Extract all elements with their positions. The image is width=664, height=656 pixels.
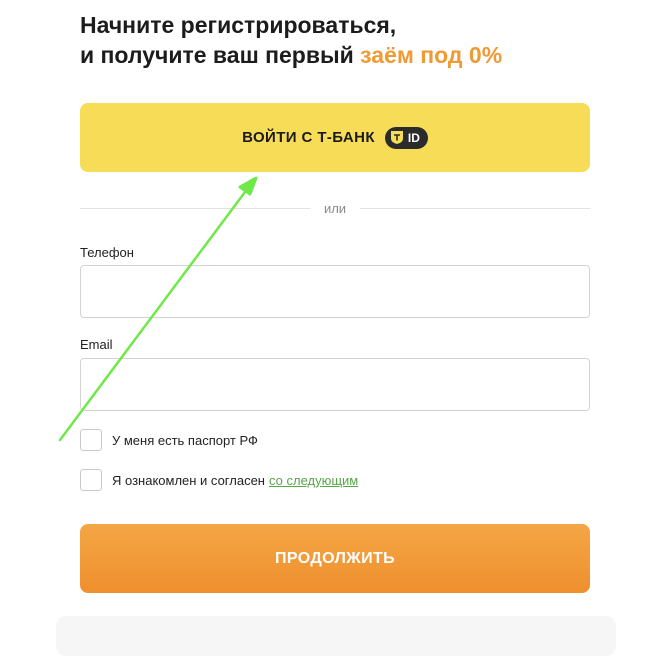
heading-accent: заём под 0% [360, 42, 503, 68]
passport-checkbox-row: У меня есть паспорт РФ [80, 429, 258, 451]
page-heading: Начните регистрироваться, и получите ваш… [80, 10, 502, 70]
consent-checkbox-label: Я ознакомлен и согласен [112, 472, 265, 488]
consent-checkbox-row: Я ознакомлен и согласен со следующим [80, 469, 358, 491]
tbank-login-label: ВОЙТИ С Т-БАНК [242, 129, 375, 146]
phone-input[interactable] [80, 265, 590, 318]
tbank-id-text: ID [407, 130, 420, 145]
consent-terms-link[interactable]: со следующим [269, 473, 358, 488]
bottom-card [56, 616, 616, 656]
email-input[interactable] [80, 358, 590, 411]
heading-line-1: Начните регистрироваться, [80, 12, 397, 38]
tbank-shield-icon [390, 131, 403, 144]
email-label: Email [80, 337, 113, 352]
passport-checkbox-label: У меня есть паспорт РФ [112, 432, 258, 448]
or-text: или [323, 200, 347, 216]
passport-checkbox[interactable] [80, 429, 102, 451]
consent-checkbox[interactable] [80, 469, 102, 491]
or-divider: или [80, 199, 591, 217]
heading-line-2: и получите ваш первый [80, 42, 361, 68]
phone-label: Телефон [80, 245, 134, 260]
tbank-id-badge: ID [384, 126, 428, 149]
divider-line-right [360, 207, 591, 209]
continue-button[interactable]: ПРОДОЛЖИТЬ [80, 524, 590, 593]
tbank-login-button[interactable]: ВОЙТИ С Т-БАНК ID [80, 103, 590, 172]
divider-line-left [80, 207, 310, 209]
